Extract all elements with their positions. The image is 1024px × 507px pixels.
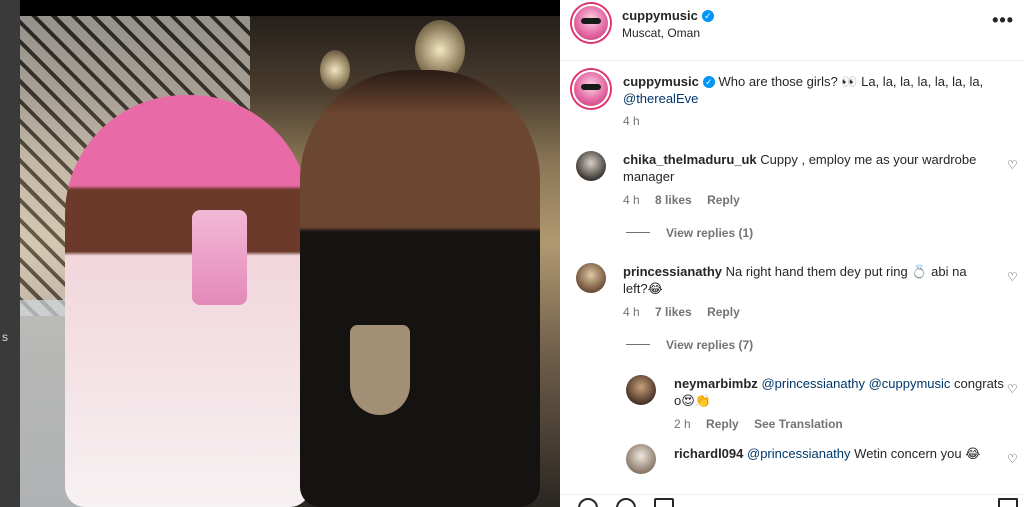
post-header: cuppymusic ✓ Muscat, Oman ••• [560, 0, 1024, 48]
commenter-avatar[interactable] [576, 263, 606, 293]
heart-icon[interactable]: ♡ [1007, 270, 1018, 284]
comment-meta: 4 h 7 likes Reply [623, 305, 752, 319]
author-username[interactable]: cuppymusic [622, 8, 698, 23]
reply: neymarbimbz @princessianathy @cuppymusic… [674, 375, 1004, 409]
caption-username[interactable]: cuppymusic [623, 74, 699, 89]
replier-avatar[interactable] [626, 444, 656, 474]
caption-author-avatar[interactable] [572, 70, 610, 108]
comment-time[interactable]: 4 h [623, 193, 640, 207]
post-action-bar [560, 494, 1024, 507]
caption-time[interactable]: 4 h [623, 114, 640, 128]
reply-meta: 2 h Reply See Translation [674, 417, 855, 431]
reply-text: Wetin concern you 😂 [854, 446, 981, 461]
share-icon[interactable] [654, 498, 674, 507]
commenter-avatar[interactable] [576, 151, 606, 181]
photo-tumbler [192, 210, 247, 305]
comment-username[interactable]: princessianathy [623, 264, 722, 279]
heart-icon[interactable]: ♡ [1007, 382, 1018, 396]
more-options-icon[interactable]: ••• [992, 10, 1014, 31]
like-icon[interactable] [578, 498, 598, 507]
header-divider [560, 60, 1024, 61]
view-replies-label[interactable]: View replies (7) [666, 338, 753, 352]
comment-icon[interactable] [616, 498, 636, 507]
view-replies-line [626, 344, 650, 345]
post-photo[interactable] [20, 0, 560, 507]
photo-lamp [320, 50, 350, 90]
view-replies-button[interactable]: View replies (1) [626, 226, 753, 240]
background-page: s [0, 0, 20, 507]
comment-time[interactable]: 4 h [623, 305, 640, 319]
view-replies-line [626, 232, 650, 233]
author-avatar[interactable] [572, 4, 610, 42]
reply-mention[interactable]: @princessianathy @cuppymusic [761, 376, 950, 391]
reply: richardl094 @princessianathy Wetin conce… [674, 445, 1004, 462]
post-location[interactable]: Muscat, Oman [622, 26, 700, 40]
caption-text: Who are those girls? 👀 La, la, la, la, l… [718, 74, 984, 89]
heart-icon[interactable]: ♡ [1007, 158, 1018, 172]
reply-time[interactable]: 2 h [674, 417, 691, 431]
comment-likes[interactable]: 7 likes [655, 305, 692, 319]
comments-panel: cuppymusic ✓ Muscat, Oman ••• cuppymusic ✓… [560, 0, 1024, 507]
photo-person-left [65, 95, 310, 507]
reply-mention[interactable]: @princessianathy [747, 446, 851, 461]
save-icon[interactable] [998, 498, 1018, 507]
reply-button[interactable]: Reply [707, 193, 740, 207]
post-caption: cuppymusic ✓ Who are those girls? 👀 La, l… [623, 73, 1003, 107]
reply-username[interactable]: neymarbimbz [674, 376, 758, 391]
photo-person-right [300, 70, 540, 507]
comment: princessianathy Na right hand them dey p… [623, 263, 993, 297]
view-replies-label[interactable]: View replies (1) [666, 226, 753, 240]
verified-badge-icon: ✓ [701, 10, 714, 22]
author-username-row[interactable]: cuppymusic ✓ [622, 8, 714, 23]
caption-meta: 4 h [623, 114, 652, 128]
view-replies-button[interactable]: View replies (7) [626, 338, 753, 352]
photo-wine-glass [350, 325, 410, 415]
replier-avatar[interactable] [626, 375, 656, 405]
reply-username[interactable]: richardl094 [674, 446, 743, 461]
caption-mention[interactable]: @therealEve [623, 91, 698, 106]
comment-meta: 4 h 8 likes Reply [623, 193, 752, 207]
heart-icon[interactable]: ♡ [1007, 452, 1018, 466]
background-text-fragment: s [2, 330, 8, 344]
comment-username[interactable]: chika_thelmaduru_uk [623, 152, 757, 167]
instagram-post-modal: s cuppymusic ✓ Muscat, Oman ••• cuppymusi… [0, 0, 1024, 507]
comment: chika_thelmaduru_uk Cuppy , employ me as… [623, 151, 993, 185]
see-translation-button[interactable]: See Translation [754, 417, 843, 431]
reply-button[interactable]: Reply [706, 417, 739, 431]
verified-badge-icon: ✓ [702, 76, 715, 88]
comment-likes[interactable]: 8 likes [655, 193, 692, 207]
photo-top-band [20, 0, 560, 16]
reply-button[interactable]: Reply [707, 305, 740, 319]
